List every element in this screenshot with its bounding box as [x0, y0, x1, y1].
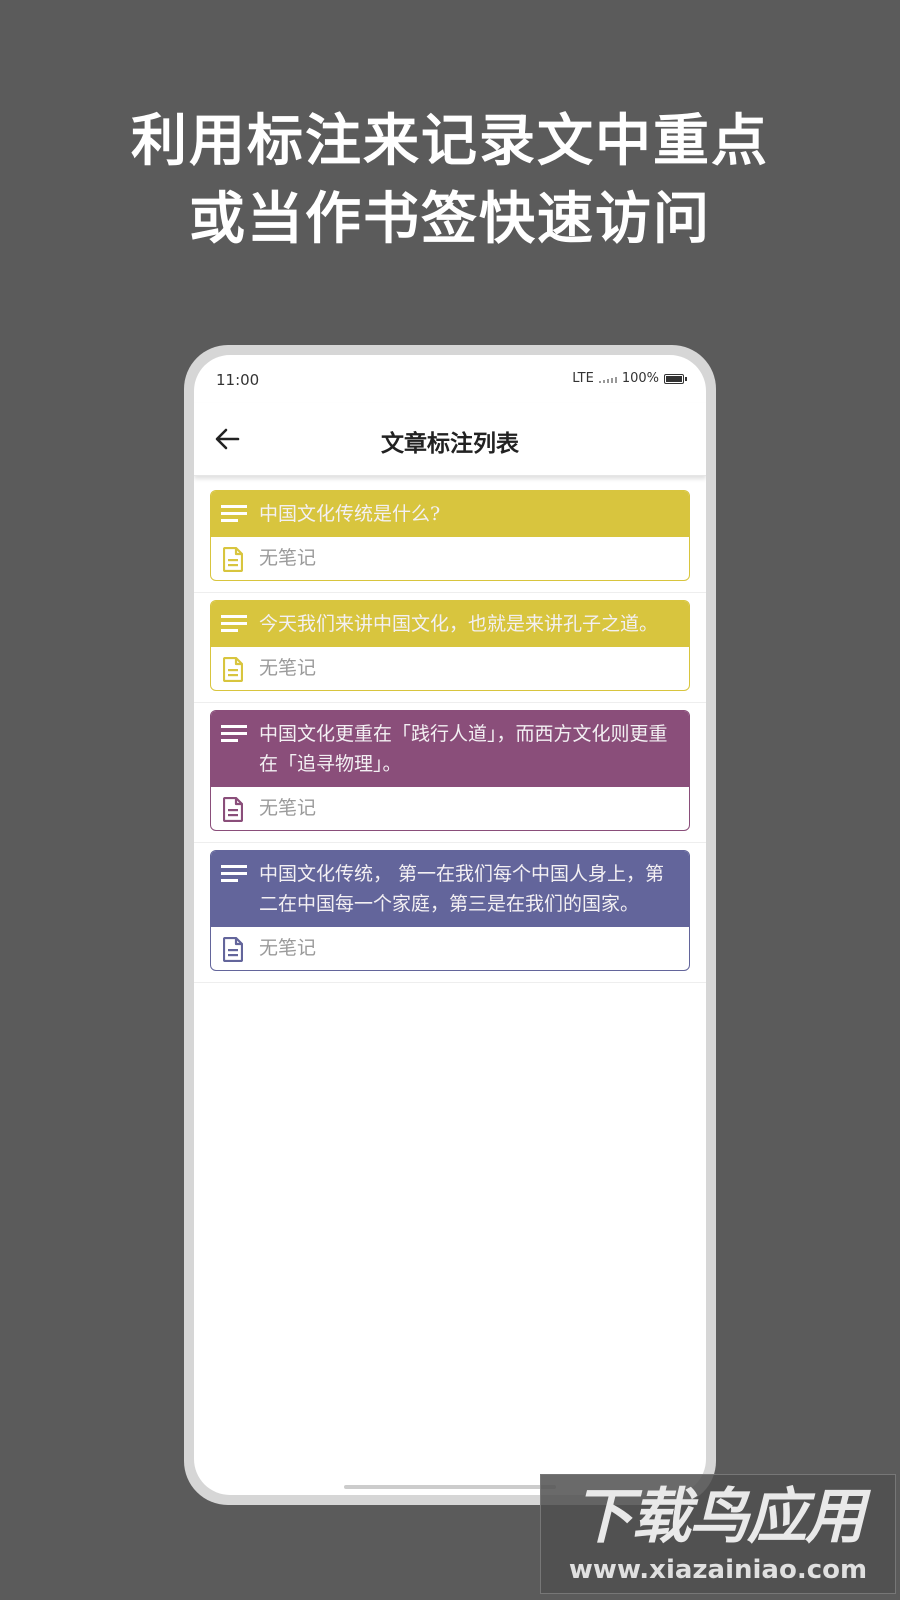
note-text: 无笔记: [259, 797, 317, 819]
annotation-card[interactable]: 今天我们来讲中国文化，也就是来讲孔子之道。 无笔记: [210, 600, 690, 691]
annotation-item[interactable]: 中国文化传统是什么? 无笔记: [194, 483, 706, 593]
annotation-highlight[interactable]: 中国文化传统， 第一在我们每个中国人身上，第二在中国每一个家庭，第三是在我们的国…: [211, 851, 689, 927]
text-lines-icon: [221, 725, 247, 742]
signal-icon: [598, 376, 617, 383]
watermark-url: www.xiazainiao.com: [568, 1555, 868, 1585]
text-lines-icon: [221, 865, 247, 882]
note-text: 无笔记: [259, 657, 317, 679]
text-lines-icon: [221, 505, 247, 522]
annotation-text: 中国文化传统， 第一在我们每个中国人身上，第二在中国每一个家庭，第三是在我们的国…: [259, 863, 665, 915]
annotation-card[interactable]: 中国文化更重在「践行人道」，而西方文化则更重在「追寻物理」。无笔记: [210, 710, 690, 831]
annotation-item[interactable]: 中国文化更重在「践行人道」，而西方文化则更重在「追寻物理」。无笔记: [194, 703, 706, 843]
note-document-icon: [223, 797, 243, 822]
annotation-highlight[interactable]: 中国文化更重在「践行人道」，而西方文化则更重在「追寻物理」。: [211, 711, 689, 787]
annotation-item[interactable]: 中国文化传统， 第一在我们每个中国人身上，第二在中国每一个家庭，第三是在我们的国…: [194, 843, 706, 983]
annotation-card[interactable]: 中国文化传统是什么? 无笔记: [210, 490, 690, 581]
app-bar: 文章标注列表: [194, 403, 706, 476]
note-document-icon: [223, 547, 243, 572]
annotation-text: 今天我们来讲中国文化，也就是来讲孔子之道。: [259, 613, 659, 635]
battery-percent: 100%: [621, 371, 659, 386]
annotation-item[interactable]: 今天我们来讲中国文化，也就是来讲孔子之道。 无笔记: [194, 593, 706, 703]
annotation-note[interactable]: 无笔记: [211, 537, 689, 580]
watermark-logo: 下载鸟应用 www.xiazainiao.com: [540, 1474, 896, 1594]
annotation-list: 中国文化传统是什么? 无笔记 今天我们来讲中国文化，也就是来讲孔子之道。 无笔记 中国文…: [194, 483, 706, 983]
annotation-text: 中国文化更重在「践行人道」，而西方文化则更重在「追寻物理」。: [259, 723, 668, 775]
promo-line-1: 利用标注来记录文中重点: [131, 108, 769, 174]
page-title: 文章标注列表: [381, 430, 519, 457]
status-indicators: LTE 100%: [572, 371, 687, 386]
phone-frame: 11:00 LTE 100% 文章标注列表 中国文化传统是什么?无笔记今天我: [184, 345, 716, 1505]
status-time: 11:00: [216, 371, 260, 389]
phone-screen: 11:00 LTE 100% 文章标注列表 中国文化传统是什么?无笔记今天我: [194, 355, 706, 1495]
annotation-card[interactable]: 中国文化传统， 第一在我们每个中国人身上，第二在中国每一个家庭，第三是在我们的国…: [210, 850, 690, 971]
watermark-title: 下载鸟应用: [573, 1482, 865, 1552]
annotation-note[interactable]: 无笔记: [211, 927, 689, 970]
network-type: LTE: [572, 371, 594, 386]
note-text: 无笔记: [259, 937, 317, 959]
annotation-highlight[interactable]: 今天我们来讲中国文化，也就是来讲孔子之道。: [211, 601, 689, 647]
annotation-highlight[interactable]: 中国文化传统是什么?: [211, 491, 689, 537]
home-indicator[interactable]: [344, 1485, 556, 1489]
promo-headline: 利用标注来记录文中重点 或当作书签快速访问: [0, 102, 900, 258]
note-document-icon: [223, 657, 243, 682]
annotation-note[interactable]: 无笔记: [211, 647, 689, 690]
annotation-note[interactable]: 无笔记: [211, 787, 689, 830]
battery-icon: [664, 373, 687, 384]
text-lines-icon: [221, 615, 247, 632]
status-bar: 11:00 LTE 100%: [194, 355, 706, 403]
note-document-icon: [223, 937, 243, 962]
note-text: 无笔记: [259, 547, 317, 569]
promo-line-2: 或当作书签快速访问: [189, 186, 711, 252]
annotation-text: 中国文化传统是什么?: [259, 503, 441, 525]
